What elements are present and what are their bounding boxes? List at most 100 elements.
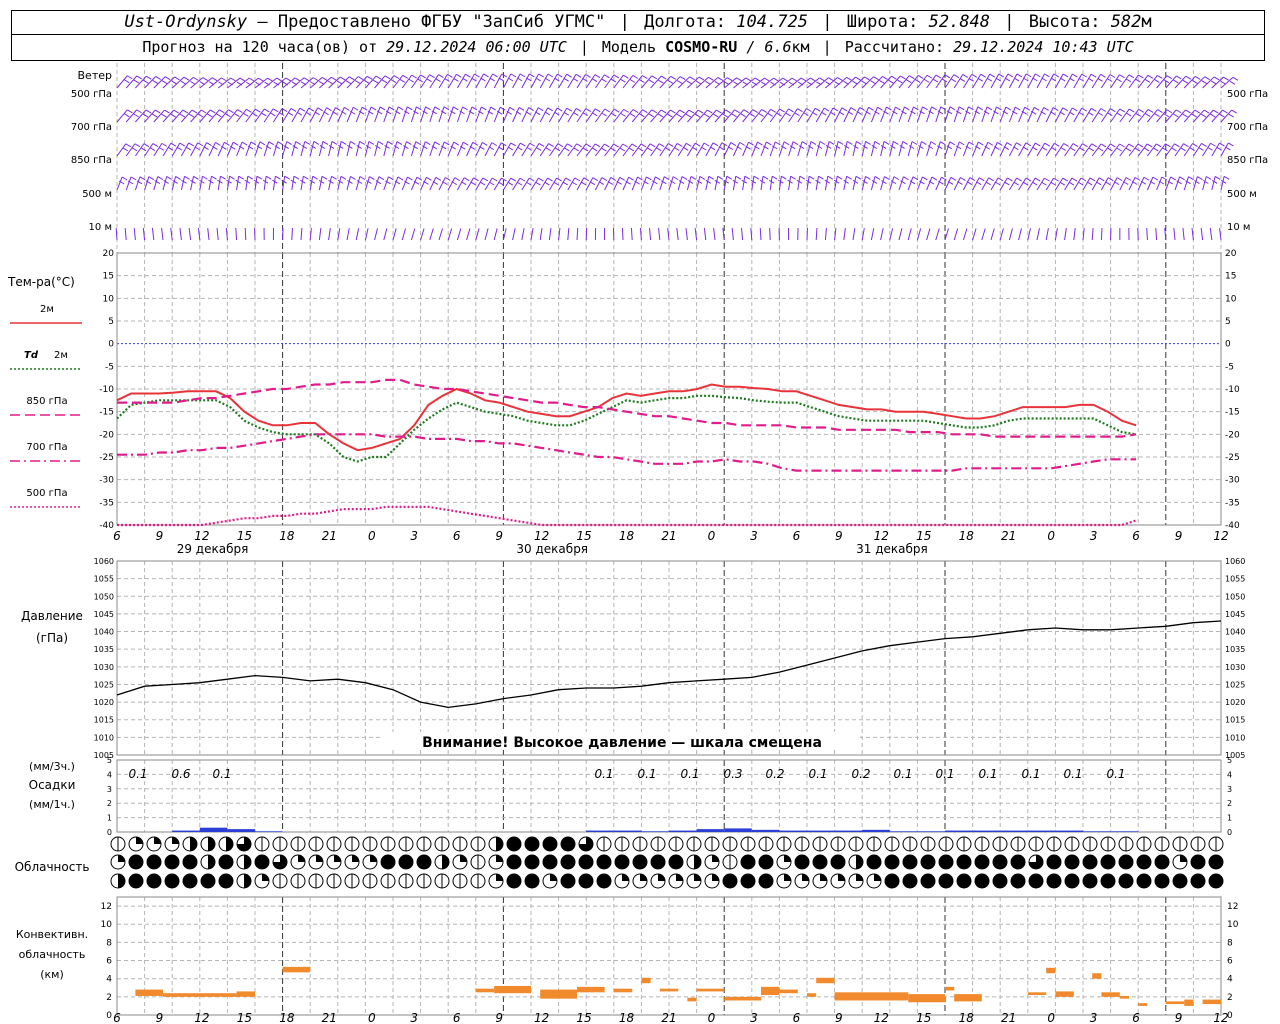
wind-barb-feather [1077,181,1084,186]
wind-barb-feather [679,76,686,81]
wind-barb [926,141,932,157]
wind-barb-feather [256,175,263,180]
hour-label: 0 [368,529,376,543]
wind-barb-feather [322,140,329,145]
wind-barb-feather [1041,146,1048,151]
wind-barb-feather [573,111,579,116]
wind-barb [1100,143,1111,157]
wind-barb-feather [1016,142,1022,147]
wind-barb-feather [509,106,515,111]
hour-label-bottom: 21 [1001,1011,1016,1024]
wind-barb-feather [295,141,301,145]
wind-barb-feather [1195,76,1201,80]
precip-label: 0.1 [808,767,827,781]
wind-barb-feather [1188,176,1194,181]
wind-barb-feather [1125,112,1132,117]
cloud-symbol-fill [118,874,125,888]
wind-barb-feather [1006,142,1013,146]
pressure-tick-label: 1020 [94,698,114,707]
hour-label: 0 [1047,529,1055,543]
wind-barb [759,227,762,241]
wind-barb-feather [336,80,343,85]
wind-barb-feather [893,176,900,181]
wind-barb-feather [922,106,928,111]
wind-barb-feather [1025,73,1032,78]
wind-barb-feather [370,106,377,111]
hour-label-bottom: 0 [368,1011,376,1024]
wind-barb [548,73,558,89]
conv-tick-label-right: 2 [1227,993,1233,1003]
wind-barb-feather [348,76,355,81]
wind-barb-feather [248,77,255,82]
wind-barb-feather [202,77,208,81]
wind-barb-feather [284,175,290,180]
wind-barb-feather [783,141,790,146]
conv-segment [807,993,817,997]
hour-label-bottom: 18 [619,1011,635,1024]
wind-barb [567,108,577,123]
conv-segment [1165,1001,1185,1005]
cloud-symbol [254,854,270,870]
wind-barb-feather [980,73,986,78]
conv-segment [163,993,237,997]
wind-barb-feather [713,113,719,118]
precip-bar [807,830,835,832]
precip-bar [724,828,752,832]
cloud-symbol [884,854,900,870]
wind-barb-feather [1119,143,1125,148]
wind-barb [843,228,846,241]
wind-barb-feather [1097,147,1104,152]
conv-segment [135,989,163,996]
wind-barb [374,176,380,191]
wind-barb [668,176,674,191]
wind-barb [659,143,669,157]
wind-barb [852,228,856,241]
wind-barb-feather [1137,143,1144,148]
cloud-symbol [182,873,198,889]
wind-barb-feather [1154,79,1160,83]
wind-barb-feather [610,147,616,152]
wind-barb-feather [557,143,564,148]
wind-barb-feather [379,106,386,111]
precip-title-top: (мм/3ч.) [29,760,75,773]
wind-barb-feather [717,77,724,81]
wind-barb-feather [246,108,252,113]
wind-barb [1064,143,1074,157]
wind-barb-feather [799,175,806,180]
wind-barb-feather [407,106,413,111]
wind-barb-feather [1171,147,1177,152]
wind-barb-feather [1134,176,1141,181]
wind-barb [769,141,776,157]
wind-barb [972,228,977,241]
wind-barb-feather [482,177,489,182]
wind-barb-feather [1138,74,1144,79]
wind-barb [1173,228,1176,241]
wind-barb-feather [127,75,133,80]
conv-segment [494,985,531,994]
wind-barb [142,228,146,241]
wind-barb-feather [488,181,495,186]
wind-barb-feather [676,143,683,147]
wind-barb-feather [1007,73,1014,78]
conv-tick-label-right: 10 [1227,920,1239,930]
wind-barb-feather [709,146,716,151]
wind-barb [788,176,792,191]
cloud-symbol-fill [370,855,377,862]
cloud-symbol [524,854,540,870]
wind-barb-feather [1144,78,1151,83]
hour-label: 3 [1090,529,1098,543]
wind-barb-feather [949,106,956,111]
wind-barb [236,176,240,191]
wind-barb [355,141,361,157]
cloud-symbol [200,873,216,889]
temp-tick-label-right: -25 [1225,453,1240,463]
wind-barb-feather [215,142,221,146]
wind-barb-feather [877,106,883,111]
wind-barb-feather [164,109,170,114]
wind-barb-feather [312,77,319,82]
wind-barb-feather [994,181,1001,186]
cloud-symbol [1118,854,1134,870]
wind-barb-feather [489,77,495,82]
hour-label-bottom: 21 [661,1011,676,1024]
wind-barb [935,141,941,157]
